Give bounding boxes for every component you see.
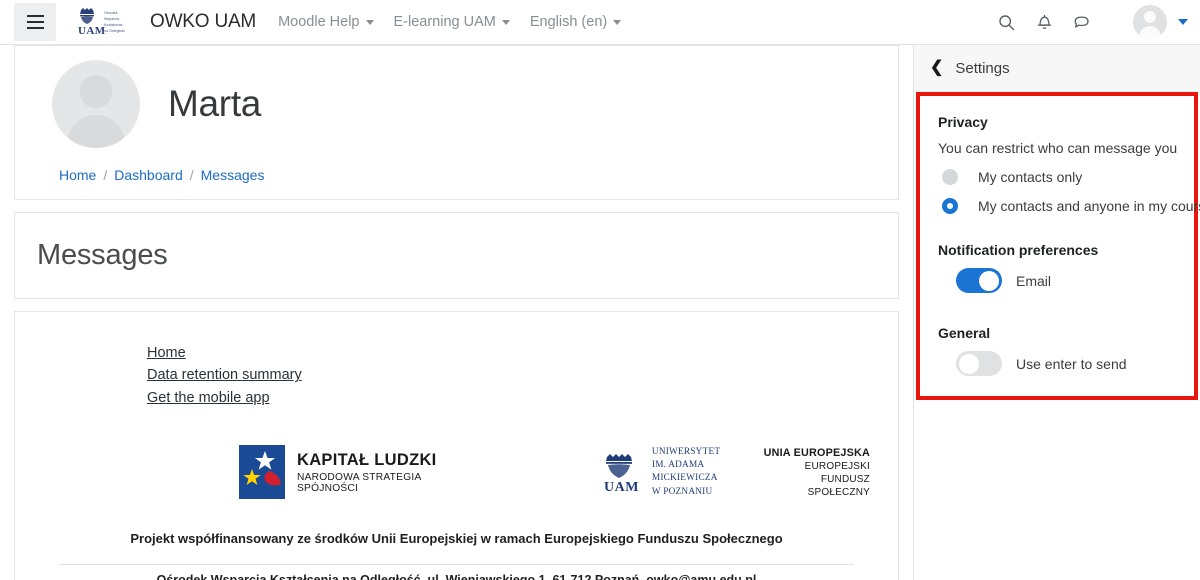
main-content: Marta Home / Dashboard / Messages Messag…	[0, 45, 913, 580]
footer-link-get-the-mobile-app[interactable]: Get the mobile app	[147, 387, 270, 409]
user-menu-chevron-down-icon[interactable]	[1178, 19, 1188, 25]
svg-text:na Odległość: na Odległość	[104, 29, 125, 33]
uam-line-2: IM. ADAMA MICKIEWICZA	[651, 460, 718, 484]
breadcrumb-item-dashboard[interactable]: Dashboard	[114, 167, 183, 183]
general-toggle-use-enter-to-send[interactable]: Use enter to send	[920, 351, 1194, 376]
avatar-head	[79, 75, 113, 108]
toggle-knob	[979, 270, 999, 291]
page-title-card: Messages	[14, 212, 899, 299]
search-icon[interactable]	[989, 5, 1023, 39]
profile-avatar[interactable]	[52, 60, 140, 148]
kapital-ludzki-subtitle: NARODOWA STRATEGIA SPÓJNOŚCI	[297, 471, 421, 494]
footer-address: Ośrodek Wsparcia Kształcenia na Odległoś…	[37, 573, 876, 580]
svg-text:UAM: UAM	[604, 480, 639, 493]
project-funding-note: Projekt współfinansowany ze środków Unii…	[130, 531, 783, 547]
uam-line-1: UNIWERSYTET	[651, 447, 721, 458]
footer-link-data-retention-summary[interactable]: Data retention summary	[147, 364, 302, 386]
brand-home-link[interactable]: UAM Ośrodek Wsparcia Kształcenia na Odle…	[74, 6, 256, 38]
nav-link-label: E-learning UAM	[393, 14, 496, 30]
drawer-title: Settings	[955, 59, 1010, 77]
navbar-links: Moodle Help E-learning UAM English (en)	[278, 14, 641, 30]
footer-links: Home Data retention summary Get the mobi…	[147, 342, 876, 409]
owko-uam-logo: UAM Ośrodek Wsparcia Kształcenia na Odle…	[74, 6, 140, 38]
toggle-knob	[959, 353, 979, 374]
chevron-down-icon	[365, 19, 374, 25]
nav-link-label: English (en)	[529, 14, 608, 30]
chevron-down-icon	[613, 19, 622, 25]
privacy-section-heading: Privacy	[938, 114, 988, 130]
avatar-head	[1144, 11, 1156, 23]
eu-line-3: FUNDUSZ SPOŁECZNY	[807, 473, 870, 498]
user-name: Marta	[168, 83, 262, 124]
breadcrumb-separator: /	[189, 167, 194, 183]
navbar-right-group	[989, 5, 1200, 39]
nav-link-language[interactable]: English (en)	[529, 14, 622, 30]
page-root: UAM Ośrodek Wsparcia Kształcenia na Odle…	[0, 0, 1200, 580]
user-header-card: Marta Home / Dashboard / Messages	[14, 45, 899, 200]
breadcrumb-separator: /	[103, 167, 108, 183]
user-row: Marta	[37, 60, 876, 148]
hamburger-bar	[26, 15, 44, 17]
toggle-switch-on-icon[interactable]	[956, 268, 1002, 293]
nav-link-label: Moodle Help	[278, 14, 360, 30]
footer-divider	[59, 564, 854, 566]
privacy-option-label: My contacts only	[978, 169, 1083, 185]
hamburger-bar	[26, 27, 44, 29]
chevron-left-icon[interactable]: ❮	[930, 60, 943, 76]
radio-selected-icon[interactable]	[942, 198, 958, 214]
uam-poznan-text: UNIWERSYTET IM. ADAMA MICKIEWICZA W POZN…	[652, 446, 762, 499]
chevron-down-icon	[501, 19, 510, 25]
brand-title: OWKO UAM	[150, 11, 257, 32]
kapital-ludzki-mark-icon	[239, 445, 285, 500]
footer-link-home[interactable]: Home	[147, 342, 186, 364]
toggle-switch-off-icon[interactable]	[956, 351, 1002, 376]
avatar-body	[67, 115, 125, 148]
footer-card: Home Data retention summary Get the mobi…	[14, 311, 899, 580]
uam-line-3: W POZNANIU	[651, 486, 713, 497]
breadcrumb: Home / Dashboard / Messages	[59, 167, 876, 189]
eu-line-1: UNIA EUROPEJSKA	[763, 446, 870, 459]
uam-emblem-icon: UAM	[599, 451, 643, 495]
privacy-option-my-contacts-only[interactable]: My contacts only	[920, 169, 1194, 185]
kapital-ludzki-logo: KAPITAŁ LUDZKI NARODOWA STRATEGIA SPÓJNO…	[239, 445, 471, 500]
hamburger-bar	[26, 21, 44, 23]
nav-link-moodle-help[interactable]: Moodle Help	[278, 14, 374, 30]
general-section-heading: General	[938, 325, 991, 341]
kapital-ludzki-text: KAPITAŁ LUDZKI NARODOWA STRATEGIA SPÓJNO…	[297, 451, 471, 494]
kapital-ludzki-title: KAPITAŁ LUDZKI	[297, 450, 437, 469]
breadcrumb-item-home[interactable]: Home	[59, 167, 96, 183]
privacy-option-label: My contacts and anyone in my courses	[978, 198, 1200, 214]
privacy-section-description: You can restrict who can message you	[938, 140, 1178, 156]
message-icon[interactable]	[1065, 5, 1099, 39]
general-toggle-label: Use enter to send	[1016, 355, 1127, 372]
radio-unselected-icon[interactable]	[942, 169, 958, 185]
avatar-body	[1139, 26, 1161, 39]
svg-text:Wsparcia: Wsparcia	[104, 17, 119, 21]
bell-icon[interactable]	[1027, 5, 1061, 39]
uam-poznan-logo: UAM UNIWERSYTET IM. ADAMA MICKIEWICZA W …	[599, 446, 762, 499]
nav-link-elearning-uam[interactable]: E-learning UAM	[394, 14, 510, 30]
notification-toggle-label: Email	[1016, 272, 1052, 289]
message-settings-drawer: ❮ Settings Privacy You can restrict who …	[913, 45, 1200, 580]
svg-text:Ośrodek: Ośrodek	[104, 11, 118, 15]
top-navbar: UAM Ośrodek Wsparcia Kształcenia na Odle…	[0, 0, 1200, 45]
eu-line-2: EUROPEJSKI	[804, 460, 870, 472]
hamburger-menu-button[interactable]	[14, 3, 56, 41]
notification-preferences-heading: Notification preferences	[938, 242, 1099, 258]
settings-highlight-box: Privacy You can restrict who can message…	[916, 92, 1200, 400]
eu-funds-text: UNIA EUROPEJSKA EUROPEJSKI FUNDUSZ SPOŁE…	[762, 446, 870, 499]
svg-text:UAM: UAM	[78, 25, 106, 37]
svg-text:Kształcenia: Kształcenia	[104, 23, 122, 27]
drawer-header: ❮ Settings	[914, 45, 1200, 92]
notification-toggle-email[interactable]: Email	[920, 268, 1194, 293]
breadcrumb-item-messages[interactable]: Messages	[201, 167, 265, 183]
privacy-option-my-contacts-and-courses[interactable]: My contacts and anyone in my courses	[920, 198, 1200, 214]
user-avatar[interactable]	[1133, 5, 1167, 39]
page-title: Messages	[37, 239, 168, 271]
sponsor-logos-row: KAPITAŁ LUDZKI NARODOWA STRATEGIA SPÓJNO…	[37, 445, 876, 500]
